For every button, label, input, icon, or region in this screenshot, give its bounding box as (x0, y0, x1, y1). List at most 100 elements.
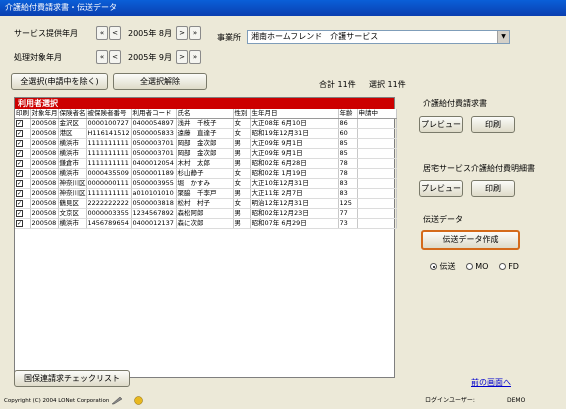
table-cell-sex: 男 (233, 218, 251, 229)
select-all-button[interactable]: 全選択(申請中を除く) (11, 73, 108, 90)
print-checkbox-cell[interactable]: ✓ (15, 178, 31, 189)
table-cell-user-code: 0400012137 (131, 218, 177, 229)
print-checkbox[interactable]: ✓ (16, 179, 23, 187)
table-cell-month: 200508 (30, 218, 59, 229)
table-row[interactable]: ✓ 200508 横浜市 1456789654 0400012137 森に次郎男昭和07年… (15, 218, 397, 229)
print-checkbox[interactable]: ✓ (16, 199, 23, 207)
home-claim-print-button[interactable]: 印刷 (471, 180, 515, 197)
table-cell-month: 200508 (30, 128, 59, 139)
print-checkbox-cell[interactable]: ✓ (15, 148, 31, 159)
back-link[interactable]: 前の画面へ (471, 377, 511, 388)
print-checkbox[interactable]: ✓ (16, 209, 23, 217)
column-header[interactable]: 年齢 (338, 109, 358, 119)
table-row[interactable]: ✓ 200508 横浜市 1111111111 0500003701 岡部 金次郎男大正0… (15, 148, 397, 159)
print-checkbox-cell[interactable]: ✓ (15, 208, 31, 219)
print-checkbox-cell[interactable]: ✓ (15, 198, 31, 209)
table-row[interactable]: ✓ 200508 文京区 0000003355 1234567892 森松阿郎男昭和02年… (15, 208, 397, 219)
service-month-value: 2005年 8月 (128, 29, 172, 38)
table-cell-insured-no: 1111111111 (86, 138, 132, 149)
process-month-next-button[interactable]: > (176, 50, 188, 64)
table-cell-sex: 女 (233, 118, 251, 129)
table-cell-dob: 大正11年 2月7日 (250, 188, 339, 199)
print-checkbox-cell[interactable]: ✓ (15, 158, 31, 169)
table-cell-user-code: 1234567892 (131, 208, 177, 219)
column-header[interactable]: 保険者名 (58, 109, 87, 119)
table-cell-name: 森に次郎 (176, 218, 234, 229)
table-cell-dob: 昭和07年 6月29日 (250, 218, 339, 229)
table-cell-sex: 女 (233, 178, 251, 189)
home-claim-preview-button[interactable]: プレビュー (419, 180, 463, 197)
column-header[interactable]: 生年月日 (250, 109, 339, 119)
radio-label: MO (475, 262, 489, 271)
print-checkbox[interactable]: ✓ (16, 189, 23, 197)
print-checkbox[interactable]: ✓ (16, 119, 23, 127)
column-header[interactable]: 印刷 (15, 109, 31, 119)
selected-count: 選択 11件 (369, 80, 406, 89)
office-select[interactable]: 湘南ホームフレンド 介護サービス ▼ (247, 30, 510, 44)
table-cell-user-code: 0500003818 (131, 198, 177, 209)
copyright-text: Copyright (C) 2004 LONet Corporation (4, 398, 110, 404)
table-row[interactable]: ✓ 200508 鎌倉市 1111111111 0400012054 木村 太郎男昭和02… (15, 158, 397, 169)
print-checkbox-cell[interactable]: ✓ (15, 118, 31, 129)
table-cell-dob: 昭和02年 1月19日 (250, 168, 339, 179)
print-checkbox[interactable]: ✓ (16, 129, 23, 137)
table-row[interactable]: ✓ 200508 神奈川区 1111111111 a010101010 聚脇 千李戸男大正… (15, 188, 397, 199)
radio-transmission[interactable]: 伝送 (430, 262, 456, 271)
table-row[interactable]: ✓ 200508 金沢区 0000100727 0400054897 浅井 千枝子女大正0… (15, 118, 397, 129)
table-cell-insurer: 鶴見区 (58, 198, 87, 209)
column-header[interactable]: 対象年月 (30, 109, 59, 119)
column-header[interactable]: 性別 (233, 109, 251, 119)
create-transmission-data-button[interactable]: 伝送データ作成 (421, 230, 520, 250)
table-cell-month: 200508 (30, 118, 59, 129)
table-cell-name: 遠藤 直達子 (176, 128, 234, 139)
chevron-down-icon[interactable]: ▼ (497, 31, 509, 43)
print-checkbox[interactable]: ✓ (16, 169, 23, 177)
print-checkbox-cell[interactable]: ✓ (15, 218, 31, 229)
total-count: 合計 11件 (319, 80, 356, 89)
user-grid: 利用者選択 印刷 対象年月 保険者名 被保険者番号 利用者コード 氏名 性別 生… (14, 97, 397, 378)
print-checkbox-cell[interactable]: ✓ (15, 188, 31, 199)
table-cell-name: 森松阿郎 (176, 208, 234, 219)
service-month-next-button[interactable]: > (176, 26, 188, 40)
table-row[interactable]: ✓ 200508 鶴見区 2222222222 0500003818 松村 村子女明治12… (15, 198, 397, 209)
deselect-all-button[interactable]: 全選択解除 (113, 73, 207, 90)
radio-fd[interactable]: FD (498, 262, 519, 271)
service-month-last-button[interactable]: » (189, 26, 201, 40)
column-header[interactable]: 利用者コード (131, 109, 177, 119)
table-cell-user-code: a010101010 (131, 188, 177, 199)
table-cell-insured-no: 0000000111 (86, 178, 132, 189)
table-row[interactable]: ✓ 200508 港区 H116141512 0500005833 遠藤 直達子女昭和19… (15, 128, 397, 139)
table-row[interactable]: ✓ 200508 横浜市 0000435509 0500001189 杉山静子女昭和02年… (15, 168, 397, 179)
radio-icon (498, 263, 506, 270)
print-checkbox[interactable]: ✓ (16, 159, 23, 167)
service-month-prev-button[interactable]: < (109, 26, 121, 40)
radio-mo[interactable]: MO (465, 262, 489, 271)
table-cell-insurer: 神奈川区 (58, 188, 87, 199)
print-checkbox[interactable]: ✓ (16, 149, 23, 157)
table-row[interactable]: ✓ 200508 横浜市 1111111111 0500003701 岡部 金次郎男大正0… (15, 138, 397, 149)
table-cell-dob: 大正09年 9月1日 (250, 138, 339, 149)
process-month-prev-button[interactable]: < (109, 50, 121, 64)
print-checkbox-cell[interactable]: ✓ (15, 168, 31, 179)
service-month-first-button[interactable]: « (96, 26, 108, 40)
column-header[interactable]: 被保険者番号 (86, 109, 132, 119)
table-cell-insurer: 横浜市 (58, 218, 87, 229)
kaigo-claim-print-button[interactable]: 印刷 (471, 116, 515, 133)
process-month-last-button[interactable]: » (189, 50, 201, 64)
table-cell-user-code: 0500001189 (131, 168, 177, 179)
print-checkbox-cell[interactable]: ✓ (15, 128, 31, 139)
national-check-list-button[interactable]: 国保連請求チェックリスト (14, 370, 130, 387)
table-cell-name: 木村 太郎 (176, 158, 234, 169)
table-cell-insured-no: 2222222222 (86, 198, 132, 209)
table-cell-user-code: 0500003701 (131, 138, 177, 149)
kaigo-claim-preview-button[interactable]: プレビュー (419, 116, 463, 133)
process-month-first-button[interactable]: « (96, 50, 108, 64)
column-header[interactable]: 申請中 (357, 109, 397, 119)
table-cell-user-code: 0500003701 (131, 148, 177, 159)
table-cell-user-code: 0400054897 (131, 118, 177, 129)
print-checkbox[interactable]: ✓ (16, 139, 23, 147)
column-header[interactable]: 氏名 (176, 109, 234, 119)
table-row[interactable]: ✓ 200508 神奈川区 0000000111 0500003955 堀 かすみ女大正1… (15, 178, 397, 189)
print-checkbox[interactable]: ✓ (16, 219, 23, 227)
print-checkbox-cell[interactable]: ✓ (15, 138, 31, 149)
